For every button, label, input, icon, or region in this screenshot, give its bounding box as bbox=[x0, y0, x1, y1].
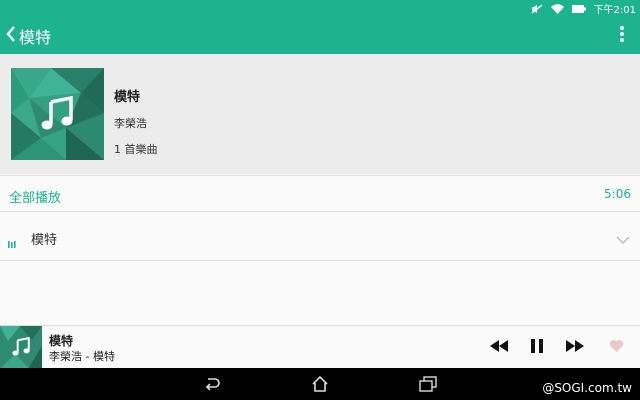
watermark: @SOGI.com.tw bbox=[542, 381, 632, 395]
player-title: 模特 bbox=[49, 334, 74, 348]
play-all-label: 全部播放 bbox=[9, 191, 62, 206]
track-count: 1 首樂曲 bbox=[114, 143, 158, 156]
mini-player[interactable]: 模特 李榮浩 - 模特 bbox=[0, 325, 640, 369]
battery-icon bbox=[571, 4, 586, 13]
list-empty-area bbox=[0, 261, 640, 325]
app-bar: 模特 bbox=[0, 16, 640, 54]
mute-icon bbox=[531, 3, 543, 14]
pause-icon[interactable] bbox=[530, 338, 544, 358]
back-button[interactable]: 模特 bbox=[6, 25, 54, 47]
play-all-row[interactable]: 全部播放 5:06 bbox=[0, 175, 640, 212]
music-note-icon bbox=[39, 95, 75, 136]
wifi-icon bbox=[550, 3, 564, 14]
track-title: 模特 bbox=[31, 233, 58, 248]
chevron-down-icon[interactable] bbox=[616, 230, 630, 249]
list-item[interactable]: 模特 bbox=[0, 212, 640, 261]
status-bar: 下午2:01 bbox=[0, 0, 640, 16]
chevron-left-icon bbox=[6, 26, 16, 46]
album-title: 模特 bbox=[114, 90, 141, 105]
player-thumbnail bbox=[0, 326, 42, 369]
recents-icon[interactable] bbox=[419, 376, 437, 396]
album-artist: 李榮浩 bbox=[114, 117, 147, 130]
heart-icon[interactable] bbox=[609, 338, 624, 357]
rewind-icon[interactable] bbox=[489, 338, 509, 358]
fast-forward-icon[interactable] bbox=[565, 338, 585, 358]
album-cover bbox=[11, 68, 104, 160]
status-time: 下午2:01 bbox=[593, 5, 636, 16]
back-icon[interactable] bbox=[203, 376, 221, 395]
total-duration: 5:06 bbox=[604, 187, 631, 201]
navigation-bar: @SOGI.com.tw bbox=[0, 368, 640, 400]
home-icon[interactable] bbox=[311, 375, 329, 396]
more-vert-icon[interactable] bbox=[618, 26, 626, 46]
music-note-icon bbox=[11, 336, 31, 361]
album-header: 模特 李榮浩 1 首樂曲 bbox=[0, 54, 640, 174]
equalizer-icon bbox=[8, 233, 16, 252]
player-subtitle: 李榮浩 - 模特 bbox=[49, 350, 115, 363]
page-title: 模特 bbox=[19, 28, 52, 47]
